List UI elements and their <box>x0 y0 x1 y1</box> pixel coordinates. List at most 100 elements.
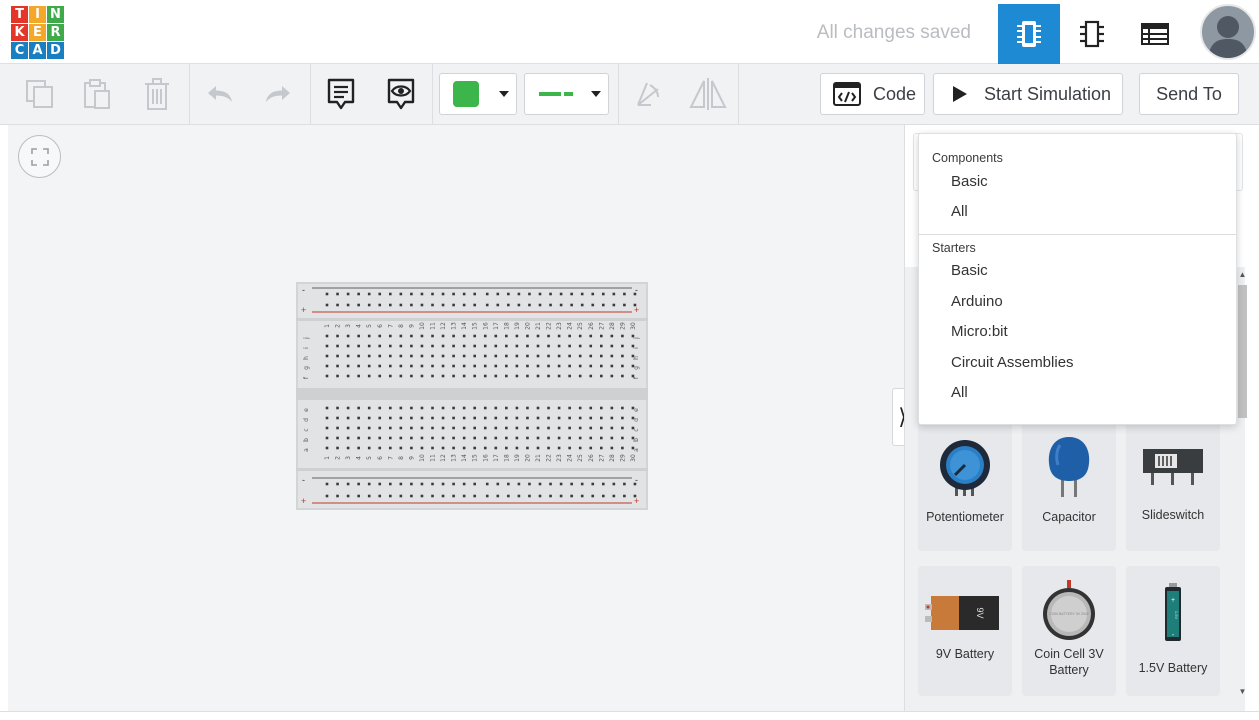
breadboard-hole[interactable] <box>389 334 392 338</box>
breadboard-hole[interactable] <box>378 292 382 296</box>
breadboard-hole[interactable] <box>336 406 339 410</box>
breadboard-hole[interactable] <box>452 344 455 348</box>
redo-button[interactable] <box>250 64 306 124</box>
breadboard-hole[interactable] <box>568 416 571 420</box>
breadboard-hole[interactable] <box>367 416 371 420</box>
breadboard-hole[interactable] <box>589 354 593 358</box>
breadboard-hole[interactable] <box>557 334 561 338</box>
breadboard-hole[interactable] <box>473 494 476 498</box>
breadboard-hole[interactable] <box>410 406 413 410</box>
breadboard-hole[interactable] <box>557 446 561 450</box>
schematic-view-button[interactable] <box>1061 4 1123 64</box>
breadboard-hole[interactable] <box>485 494 489 498</box>
code-button[interactable]: Code <box>820 73 925 115</box>
breadboard-hole[interactable] <box>578 426 582 430</box>
breadboard-hole[interactable] <box>494 406 498 410</box>
breadboard-hole[interactable] <box>378 446 382 450</box>
breadboard-hole[interactable] <box>568 446 571 450</box>
breadboard-hole[interactable] <box>410 292 413 296</box>
breadboard-hole[interactable] <box>410 374 413 378</box>
breadboard-hole[interactable] <box>462 426 466 430</box>
breadboard-hole[interactable] <box>568 426 571 430</box>
breadboard-hole[interactable] <box>580 292 584 296</box>
breadboard-hole[interactable] <box>610 446 614 450</box>
breadboard-hole[interactable] <box>452 426 455 430</box>
breadboard-hole[interactable] <box>483 354 487 358</box>
delete-button[interactable] <box>128 64 186 124</box>
breadboard-hole[interactable] <box>505 334 508 338</box>
breadboard-hole[interactable] <box>367 374 371 378</box>
breadboard-hole[interactable] <box>578 344 582 348</box>
breadboard-hole[interactable] <box>399 426 403 430</box>
breadboard-hole[interactable] <box>389 303 392 307</box>
breadboard-hole[interactable] <box>631 344 635 348</box>
breadboard-hole[interactable] <box>336 374 339 378</box>
copy-button[interactable] <box>12 64 68 124</box>
breadboard-hole[interactable] <box>346 406 350 410</box>
breadboard-hole[interactable] <box>452 354 455 358</box>
breadboard-hole[interactable] <box>494 354 498 358</box>
breadboard-hole[interactable] <box>399 374 403 378</box>
breadboard-hole[interactable] <box>346 292 350 296</box>
dropdown-item-starters-basic[interactable]: Basic <box>951 262 988 279</box>
breadboard-hole[interactable] <box>473 292 476 296</box>
breadboard-hole[interactable] <box>441 303 445 307</box>
breadboard-hole[interactable] <box>526 446 529 450</box>
breadboard-hole[interactable] <box>378 334 382 338</box>
breadboard-hole[interactable] <box>325 303 329 307</box>
breadboard-hole[interactable] <box>494 436 498 440</box>
breadboard-hole[interactable] <box>399 416 403 420</box>
breadboard-hole[interactable] <box>591 292 595 296</box>
component-tile-slideswitch[interactable]: Slideswitch <box>1126 405 1220 551</box>
breadboard-hole[interactable] <box>410 482 413 486</box>
breadboard-hole[interactable] <box>526 426 529 430</box>
breadboard-hole[interactable] <box>325 354 329 358</box>
breadboard-hole[interactable] <box>399 406 403 410</box>
breadboard-hole[interactable] <box>483 416 487 420</box>
breadboard-hole[interactable] <box>462 364 466 368</box>
breadboard-hole[interactable] <box>346 334 350 338</box>
breadboard-hole[interactable] <box>357 364 360 368</box>
breadboard-hole[interactable] <box>336 303 339 307</box>
breadboard-hole[interactable] <box>612 303 616 307</box>
breadboard-hole[interactable] <box>410 436 413 440</box>
breadboard-hole[interactable] <box>507 292 510 296</box>
breadboard-hole[interactable] <box>441 416 445 420</box>
breadboard-hole[interactable] <box>483 334 487 338</box>
breadboard-hole[interactable] <box>496 482 500 486</box>
breadboard-hole[interactable] <box>357 344 360 348</box>
breadboard-hole[interactable] <box>346 494 350 498</box>
breadboard-hole[interactable] <box>399 354 403 358</box>
breadboard-hole[interactable] <box>410 364 413 368</box>
circuit-view-button[interactable] <box>998 4 1060 64</box>
breadboard-hole[interactable] <box>557 436 561 440</box>
breadboard-hole[interactable] <box>431 446 434 450</box>
breadboard-hole[interactable] <box>357 406 360 410</box>
fill-color-picker[interactable] <box>439 73 517 115</box>
breadboard-hole[interactable] <box>623 292 626 296</box>
breadboard-hole[interactable] <box>602 494 605 498</box>
breadboard-hole[interactable] <box>559 482 563 486</box>
breadboard-hole[interactable] <box>610 436 614 440</box>
breadboard-hole[interactable] <box>517 292 521 296</box>
breadboard-hole[interactable] <box>399 436 403 440</box>
breadboard-hole[interactable] <box>441 482 445 486</box>
breadboard-hole[interactable] <box>346 416 350 420</box>
breadboard-hole[interactable] <box>505 354 508 358</box>
breadboard-hole[interactable] <box>483 406 487 410</box>
breadboard-hole[interactable] <box>547 354 550 358</box>
breadboard-hole[interactable] <box>431 303 434 307</box>
breadboard-hole[interactable] <box>441 292 445 296</box>
breadboard-hole[interactable] <box>441 344 445 348</box>
breadboard-hole[interactable] <box>441 374 445 378</box>
breadboard-hole[interactable] <box>367 436 371 440</box>
breadboard-hole[interactable] <box>367 344 371 348</box>
component-tile-potentiometer[interactable]: Potentiometer <box>918 405 1012 551</box>
dropdown-item-components-basic[interactable]: Basic <box>951 173 988 190</box>
breadboard-hole[interactable] <box>578 364 582 368</box>
breadboard-hole[interactable] <box>431 406 434 410</box>
breadboard-hole[interactable] <box>494 364 498 368</box>
breadboard-hole[interactable] <box>547 406 550 410</box>
breadboard-hole[interactable] <box>526 354 529 358</box>
breadboard-hole[interactable] <box>357 494 360 498</box>
